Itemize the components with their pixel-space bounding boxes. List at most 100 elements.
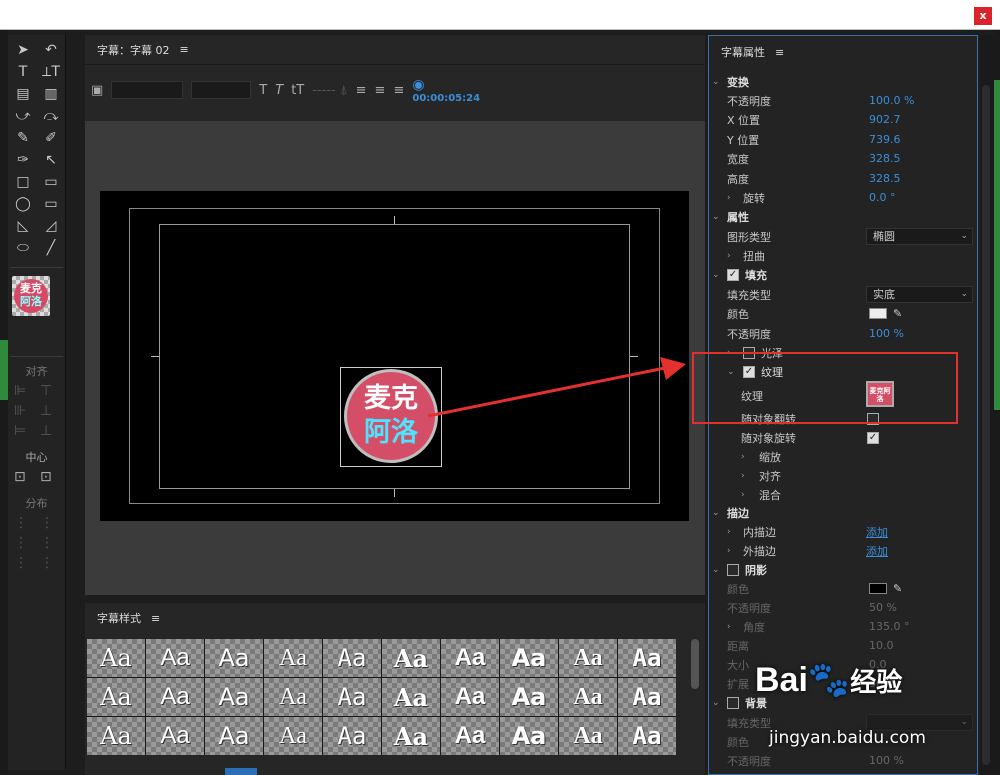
styles-scrollbar[interactable] (691, 639, 699, 689)
height-value[interactable]: 328.5 (869, 172, 901, 185)
width-value[interactable]: 328.5 (869, 152, 901, 165)
tool-button-icon[interactable]: ⬭ (10, 239, 36, 257)
chevron-right-icon[interactable]: › (727, 622, 731, 632)
properties-scrollbar[interactable] (980, 35, 994, 775)
chevron-down-icon[interactable]: ⌄ (712, 270, 720, 280)
x-position-value[interactable]: 902.7 (869, 113, 901, 126)
style-swatch[interactable]: Aa (441, 717, 499, 755)
font-family-select[interactable] (111, 81, 184, 99)
style-swatch[interactable]: Aa (618, 639, 676, 677)
style-swatch[interactable]: Aa (264, 639, 322, 677)
chevron-right-icon[interactable]: › (727, 527, 731, 537)
rotate-with-object-checkbox[interactable]: ✓ (867, 431, 879, 444)
tool-button-icon[interactable]: ✑ (10, 151, 36, 169)
y-position-value[interactable]: 739.6 (869, 133, 901, 146)
outer-stroke-add-link[interactable]: 添加 (866, 543, 888, 559)
style-swatch[interactable]: Aa (323, 639, 381, 677)
tool-button-icon[interactable]: ↖ (38, 151, 64, 169)
font-style-select[interactable] (191, 81, 252, 99)
tool-button-icon[interactable]: ▤ (10, 85, 36, 103)
tool-button-icon[interactable]: ▭ (38, 173, 64, 191)
chevron-down-icon[interactable]: ⌄ (712, 565, 720, 575)
style-swatch[interactable]: Aa (559, 717, 617, 755)
shadow-color-swatch[interactable] (869, 583, 887, 594)
font-size-icon[interactable]: tT (291, 83, 304, 98)
background-checkbox[interactable] (727, 696, 739, 709)
eyedropper-icon[interactable]: ✎ (893, 307, 902, 320)
eyedropper-icon[interactable]: ✎ (893, 582, 902, 595)
align-hcenter-icon[interactable]: ⊪ (14, 403, 36, 419)
style-swatch[interactable]: Aa (205, 717, 263, 755)
style-swatch[interactable]: Aa (500, 717, 558, 755)
distribute-icon[interactable]: ⋮ (40, 555, 62, 571)
align-left-text-icon[interactable]: ≡ (356, 83, 367, 98)
distribute-icon[interactable]: ⋮ (14, 555, 36, 571)
align-top-icon[interactable]: ⊤ (40, 383, 62, 399)
tool-button-icon[interactable]: ▥ (38, 85, 64, 103)
tool-button-icon[interactable]: ◯ (10, 195, 36, 213)
style-swatch[interactable]: Aa (264, 717, 322, 755)
section-shadow[interactable]: 阴影 (745, 562, 767, 578)
shadow-checkbox[interactable] (727, 563, 739, 576)
tool-button-icon[interactable]: ◿ (38, 217, 64, 235)
shadow-distance-value[interactable]: 10.0 (869, 639, 894, 652)
chevron-right-icon[interactable]: › (741, 490, 745, 500)
distribute-icon[interactable]: ⋮ (40, 515, 62, 531)
fill-checkbox[interactable]: ✓ (727, 268, 739, 281)
tool-button-icon[interactable]: ▭ (38, 195, 64, 213)
tool-button-icon[interactable]: ◺ (10, 217, 36, 235)
style-swatch[interactable]: Aa (500, 678, 558, 716)
style-swatch[interactable]: Aa (205, 678, 263, 716)
rotation-value[interactable]: 0.0 ° (869, 191, 896, 204)
distribute-icon[interactable]: ⋮ (14, 515, 36, 531)
shadow-angle-value[interactable]: 135.0 ° (869, 620, 910, 633)
style-swatch[interactable]: Aa (559, 639, 617, 677)
style-swatch[interactable]: Aa (323, 678, 381, 716)
chevron-down-icon[interactable]: ⌄ (712, 212, 720, 222)
chevron-down-icon[interactable]: ⌄ (712, 698, 720, 708)
style-swatch[interactable]: Aa (205, 639, 263, 677)
style-swatch[interactable]: Aa (559, 678, 617, 716)
tool-button-icon[interactable]: T (10, 63, 36, 81)
chevron-right-icon[interactable]: › (727, 546, 731, 556)
properties-menu-icon[interactable]: ≡ (775, 46, 784, 59)
tool-button-icon[interactable]: □ (10, 173, 36, 191)
style-swatch[interactable]: Aa (618, 717, 676, 755)
tool-button-icon[interactable]: ⤻ (10, 107, 36, 125)
tool-button-icon[interactable]: ╱ (38, 239, 64, 257)
style-preview-thumbnail[interactable]: 麦克 阿洛 (12, 276, 50, 316)
style-swatch[interactable]: Aa (382, 639, 440, 677)
chevron-right-icon[interactable]: › (741, 471, 745, 481)
shadow-opacity-value[interactable]: 50 % (869, 601, 897, 614)
bold-icon[interactable]: T (259, 83, 267, 98)
timecode[interactable]: 00:00:05:24 (412, 93, 480, 104)
style-swatch[interactable]: Aa (382, 678, 440, 716)
tool-button-icon[interactable]: ✎ (10, 129, 36, 147)
align-right-icon[interactable]: ⊨ (14, 423, 36, 439)
center-horizontal-icon[interactable]: ⊡ (14, 469, 36, 485)
style-swatch[interactable]: Aa (87, 639, 145, 677)
align-right-text-icon[interactable]: ≡ (393, 83, 404, 98)
video-frame[interactable]: 麦克 阿洛 (100, 191, 689, 521)
align-bottom-icon[interactable]: ⊥ (40, 423, 62, 439)
style-swatch[interactable]: Aa (618, 678, 676, 716)
fill-opacity-value[interactable]: 100 % (869, 327, 904, 340)
style-swatch[interactable]: Aa (500, 639, 558, 677)
styles-menu-icon[interactable]: ≡ (151, 612, 160, 625)
roll-crawl-icon[interactable]: ▣ (91, 83, 103, 98)
fill-type-dropdown[interactable]: 实底 ⌄ (866, 286, 973, 303)
canvas-area[interactable]: 麦克 阿洛 (85, 121, 705, 595)
align-center-text-icon[interactable]: ≡ (375, 83, 386, 98)
section-stroke[interactable]: 描边 (727, 505, 749, 521)
distribute-icon[interactable]: ⋮ (40, 535, 62, 551)
style-swatch[interactable]: Aa (323, 717, 381, 755)
tool-button-icon[interactable]: ➤ (10, 41, 36, 59)
style-swatch[interactable]: Aa (382, 717, 440, 755)
opacity-value[interactable]: 100.0 % (869, 94, 914, 107)
tool-button-icon[interactable]: ✐ (38, 129, 64, 147)
align-vcenter-icon[interactable]: ⊥ (40, 403, 62, 419)
chevron-down-icon[interactable]: ⌄ (712, 508, 720, 518)
style-swatch[interactable]: Aa (146, 678, 204, 716)
style-swatch[interactable]: Aa (441, 678, 499, 716)
chevron-right-icon[interactable]: › (727, 251, 731, 261)
